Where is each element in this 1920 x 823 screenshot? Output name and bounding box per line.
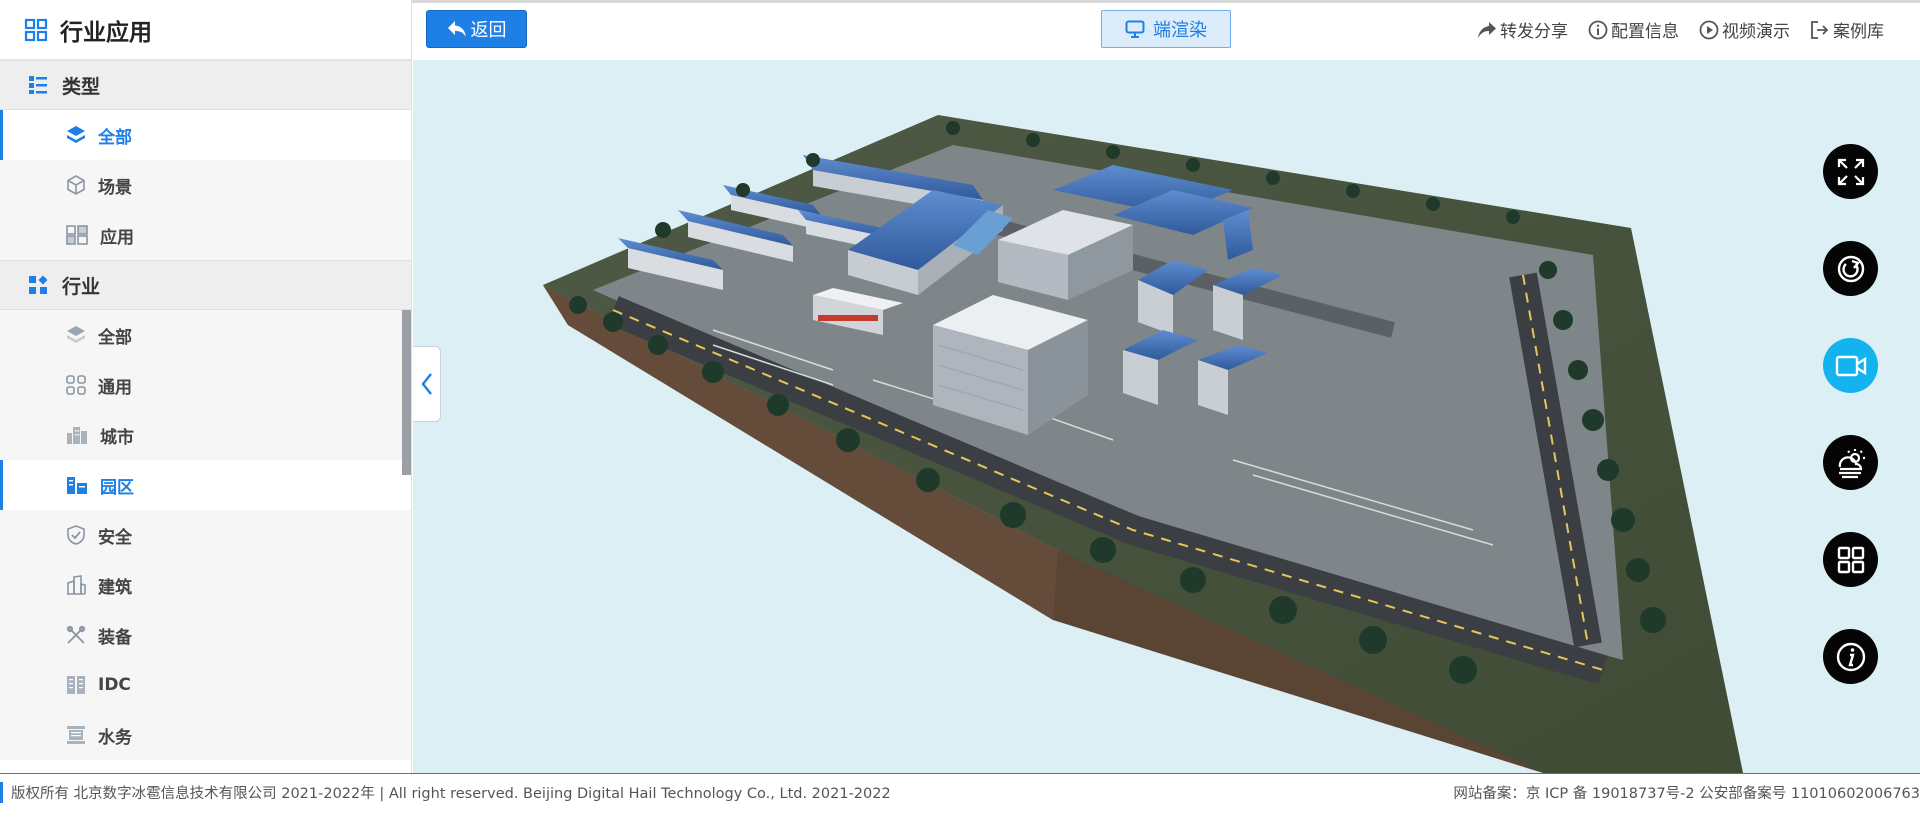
server-icon xyxy=(67,676,85,694)
sidebar-item-water[interactable]: 水务 xyxy=(0,710,411,760)
share-link[interactable]: 转发分享 xyxy=(1477,17,1568,42)
sidebar-item-label: 场景 xyxy=(98,177,132,198)
weather-icon xyxy=(1838,448,1865,478)
case-library-link-label: 案例库 xyxy=(1833,22,1884,42)
fullscreen-button[interactable] xyxy=(1823,144,1878,199)
sidebar-item-type-all[interactable]: 全部 xyxy=(0,110,411,160)
share-icon xyxy=(1478,21,1496,38)
top-links: 转发分享 配置信息 视频演示 案例库 xyxy=(1477,17,1884,42)
sidebar-header: 行业应用 xyxy=(0,0,411,60)
cube-icon xyxy=(67,175,85,195)
sidebar-collapse-button[interactable] xyxy=(413,346,441,422)
sidebar-item-park[interactable]: 园区 xyxy=(0,460,411,510)
sidebar-item-safety[interactable]: 安全 xyxy=(0,510,411,560)
icp-text[interactable]: 网站备案：京 ICP 备 19018737号-2 公安部备案号 11010602… xyxy=(1453,782,1920,803)
video-demo-link-label: 视频演示 xyxy=(1722,22,1790,42)
sidebar-item-label: 园区 xyxy=(100,477,134,498)
sidebar-title: 行业应用 xyxy=(60,19,152,46)
sidebar-item-industry-all[interactable]: 全部 xyxy=(0,310,411,360)
sidebar-item-label: 应用 xyxy=(100,227,134,248)
right-toolbar xyxy=(1823,144,1878,684)
video-demo-link[interactable]: 视频演示 xyxy=(1699,17,1790,42)
sidebar-item-idc[interactable]: IDC xyxy=(0,660,411,710)
group-industry[interactable]: 行业 xyxy=(0,260,411,310)
render-mode-label: 端渲染 xyxy=(1153,20,1207,41)
camera-button[interactable] xyxy=(1823,338,1878,393)
sidebar-item-architecture[interactable]: 建筑 xyxy=(0,560,411,610)
case-library-link[interactable]: 案例库 xyxy=(1810,17,1884,42)
top-bar: 返回 端渲染 转发分享 配置信息 视频演示 案例库 xyxy=(413,3,1920,60)
exit-icon xyxy=(1811,20,1829,39)
config-link-label: 配置信息 xyxy=(1611,22,1679,42)
sidebar-item-city[interactable]: 城市 xyxy=(0,410,411,460)
chevron-left-icon xyxy=(420,373,432,395)
back-arrow-icon xyxy=(447,21,466,37)
park-3d-model[interactable] xyxy=(413,60,1920,773)
info-icon xyxy=(1836,642,1865,671)
layout-button[interactable] xyxy=(1823,532,1878,587)
sidebar-item-general[interactable]: 通用 xyxy=(0,360,411,410)
back-button[interactable]: 返回 xyxy=(426,10,527,48)
grid-icon xyxy=(24,18,48,41)
list-icon xyxy=(29,76,47,94)
play-icon xyxy=(1699,20,1719,39)
sidebar-item-label: 全部 xyxy=(98,327,132,348)
building-icon xyxy=(67,575,86,595)
weather-button[interactable] xyxy=(1823,435,1878,490)
shield-icon xyxy=(67,525,85,545)
sidebar-item-label: 通用 xyxy=(98,377,132,398)
sidebar-item-label: 装备 xyxy=(98,627,132,648)
group-industry-label: 行业 xyxy=(62,275,101,298)
layers-icon xyxy=(67,326,85,343)
info-button[interactable] xyxy=(1823,629,1878,684)
sidebar-item-label: 水务 xyxy=(98,727,132,748)
config-link[interactable]: 配置信息 xyxy=(1588,17,1679,42)
group-type[interactable]: 类型 xyxy=(0,60,411,110)
sidebar-item-label: 全部 xyxy=(98,127,132,148)
sidebar-item-label: 城市 xyxy=(100,427,134,448)
rotate-icon xyxy=(1837,255,1864,282)
grid-icon xyxy=(1837,546,1864,573)
equipment-icon xyxy=(66,625,86,644)
scene-viewport[interactable] xyxy=(413,60,1920,773)
grid-small-icon xyxy=(66,375,86,395)
fullscreen-icon xyxy=(1837,158,1864,185)
sidebar-item-label: IDC xyxy=(98,675,131,695)
layers-icon xyxy=(67,126,85,143)
category-icon xyxy=(29,275,48,294)
sidebar-item-equipment[interactable]: 装备 xyxy=(0,610,411,660)
sidebar-item-label: 建筑 xyxy=(98,577,132,598)
info-icon xyxy=(1588,20,1608,39)
group-type-label: 类型 xyxy=(62,75,101,98)
rotate-button[interactable] xyxy=(1823,241,1878,296)
camera-icon xyxy=(1835,355,1866,376)
sidebar-scrollbar[interactable] xyxy=(402,310,411,475)
monitor-icon xyxy=(1125,20,1145,38)
city-icon xyxy=(67,427,87,444)
copyright-text: 版权所有 北京数字冰雹信息技术有限公司 2021-2022年 | All rig… xyxy=(0,782,891,803)
sidebar: 行业应用 类型 全部 场景 应用 行业 全部 通用 城市 园区 安全 建筑 装备… xyxy=(0,0,412,773)
apps-icon xyxy=(66,225,88,245)
sidebar-item-label: 安全 xyxy=(98,527,132,548)
sidebar-item-app[interactable]: 应用 xyxy=(0,210,411,260)
water-icon xyxy=(67,726,85,744)
sidebar-item-scene[interactable]: 场景 xyxy=(0,160,411,210)
render-mode-button[interactable]: 端渲染 xyxy=(1101,10,1231,48)
back-button-label: 返回 xyxy=(470,20,507,41)
footer: 版权所有 北京数字冰雹信息技术有限公司 2021-2022年 | All rig… xyxy=(0,773,1920,823)
share-link-label: 转发分享 xyxy=(1500,22,1568,42)
park-icon xyxy=(67,477,87,494)
